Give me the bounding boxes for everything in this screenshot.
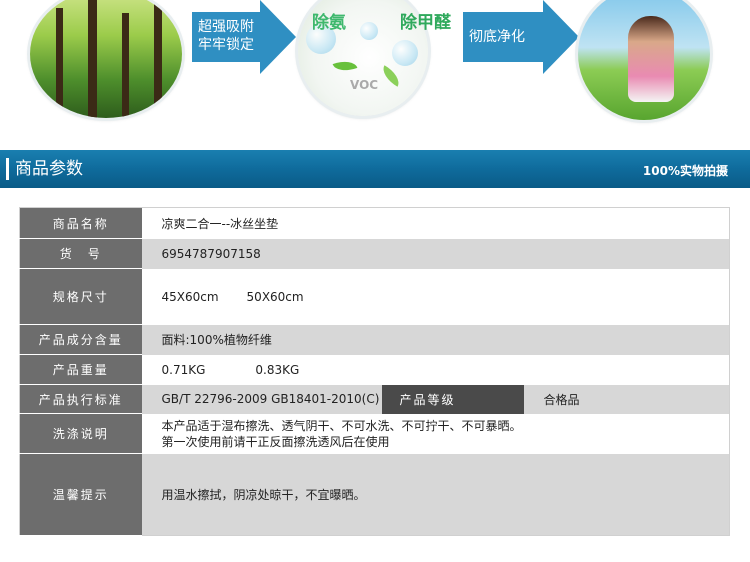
arrow-head-icon [260,0,296,74]
spec-label: 产品重量 [19,354,142,385]
table-row: 产品成分含量 面料:100%植物纤维 [19,324,730,355]
table-row: 规格尺寸 45X60cm 50X60cm [19,268,730,325]
size-option: 50X60cm [246,289,304,304]
spec-value: 6954787907158 [141,238,730,269]
weight-option: 0.71KG [161,362,206,377]
spec-label-grade: 产品等级 [381,384,524,414]
wash-line-1: 本产品适于湿布擦洗、透气阴干、不可水洗、不可拧干、不可暴晒。 [161,418,522,433]
spec-label: 洗涤说明 [19,413,142,454]
spec-value: 0.71KG 0.83KG [141,354,730,385]
table-row: 洗涤说明 本产品适于湿布擦洗、透气阴干、不可水洗、不可拧干、不可暴晒。 第一次使… [19,413,730,454]
spec-label: 产品成分含量 [19,324,142,355]
table-row: 商品名称 凉爽二合一--冰丝坐垫 [19,207,730,239]
person-figure [628,16,674,102]
table-row: 产品执行标准 GB/T 22796-2009 GB18401-2010(C) 产… [19,384,730,414]
size-option: 45X60cm [161,289,219,304]
spec-label: 产品执行标准 [19,384,142,414]
spec-value-grade: 合格品 [523,384,730,414]
spec-label: 规格尺寸 [19,268,142,325]
wash-line-2: 第一次使用前请干正反面擦洗透风后在使用 [161,434,390,449]
spec-value: 本产品适于湿布擦洗、透气阴干、不可水洗、不可拧干、不可暴晒。 第一次使用前请干正… [141,413,730,454]
section-title: 商品参数 [6,158,83,180]
table-row: 温馨提示 用温水擦拭，阴凉处晾干，不宜曝晒。 [19,453,730,536]
spec-value: GB/T 22796-2009 GB18401-2010(C) [141,384,382,414]
spec-label: 温馨提示 [19,453,142,536]
section-subtitle: 100%实物拍摄 [642,164,728,178]
forest-image [30,0,182,118]
spec-label: 货 号 [19,238,142,269]
bubble-ammonia: 除氨 [312,13,346,33]
spec-value: 45X60cm 50X60cm [141,268,730,325]
spec-value: 用温水擦拭，阴凉处晾干，不宜曝晒。 [141,453,730,536]
spec-table: 商品名称 凉爽二合一--冰丝坐垫 货 号 6954787907158 规格尺寸 … [19,207,731,536]
voc-text: VOC [350,78,379,92]
table-row: 货 号 6954787907158 [19,238,730,269]
spec-value: 面料:100%植物纤维 [141,324,730,355]
arrow-head-icon [543,0,579,74]
step2-label: 彻底净化 [463,12,543,62]
spec-value: 凉爽二合一--冰丝坐垫 [141,207,730,239]
step1-label: 超强吸附牢牢锁定 [192,12,260,62]
weight-option: 0.83KG [255,362,300,377]
table-row: 产品重量 0.71KG 0.83KG [19,354,730,385]
bubble-formaldehyde: 除甲醛 [400,13,451,33]
hero-strip: 超强吸附牢牢锁定 除氨 除甲醛 VOC 彻底净化 [0,0,750,128]
section-banner: 商品参数 100%实物拍摄 [0,150,750,188]
spec-label: 商品名称 [19,207,142,239]
